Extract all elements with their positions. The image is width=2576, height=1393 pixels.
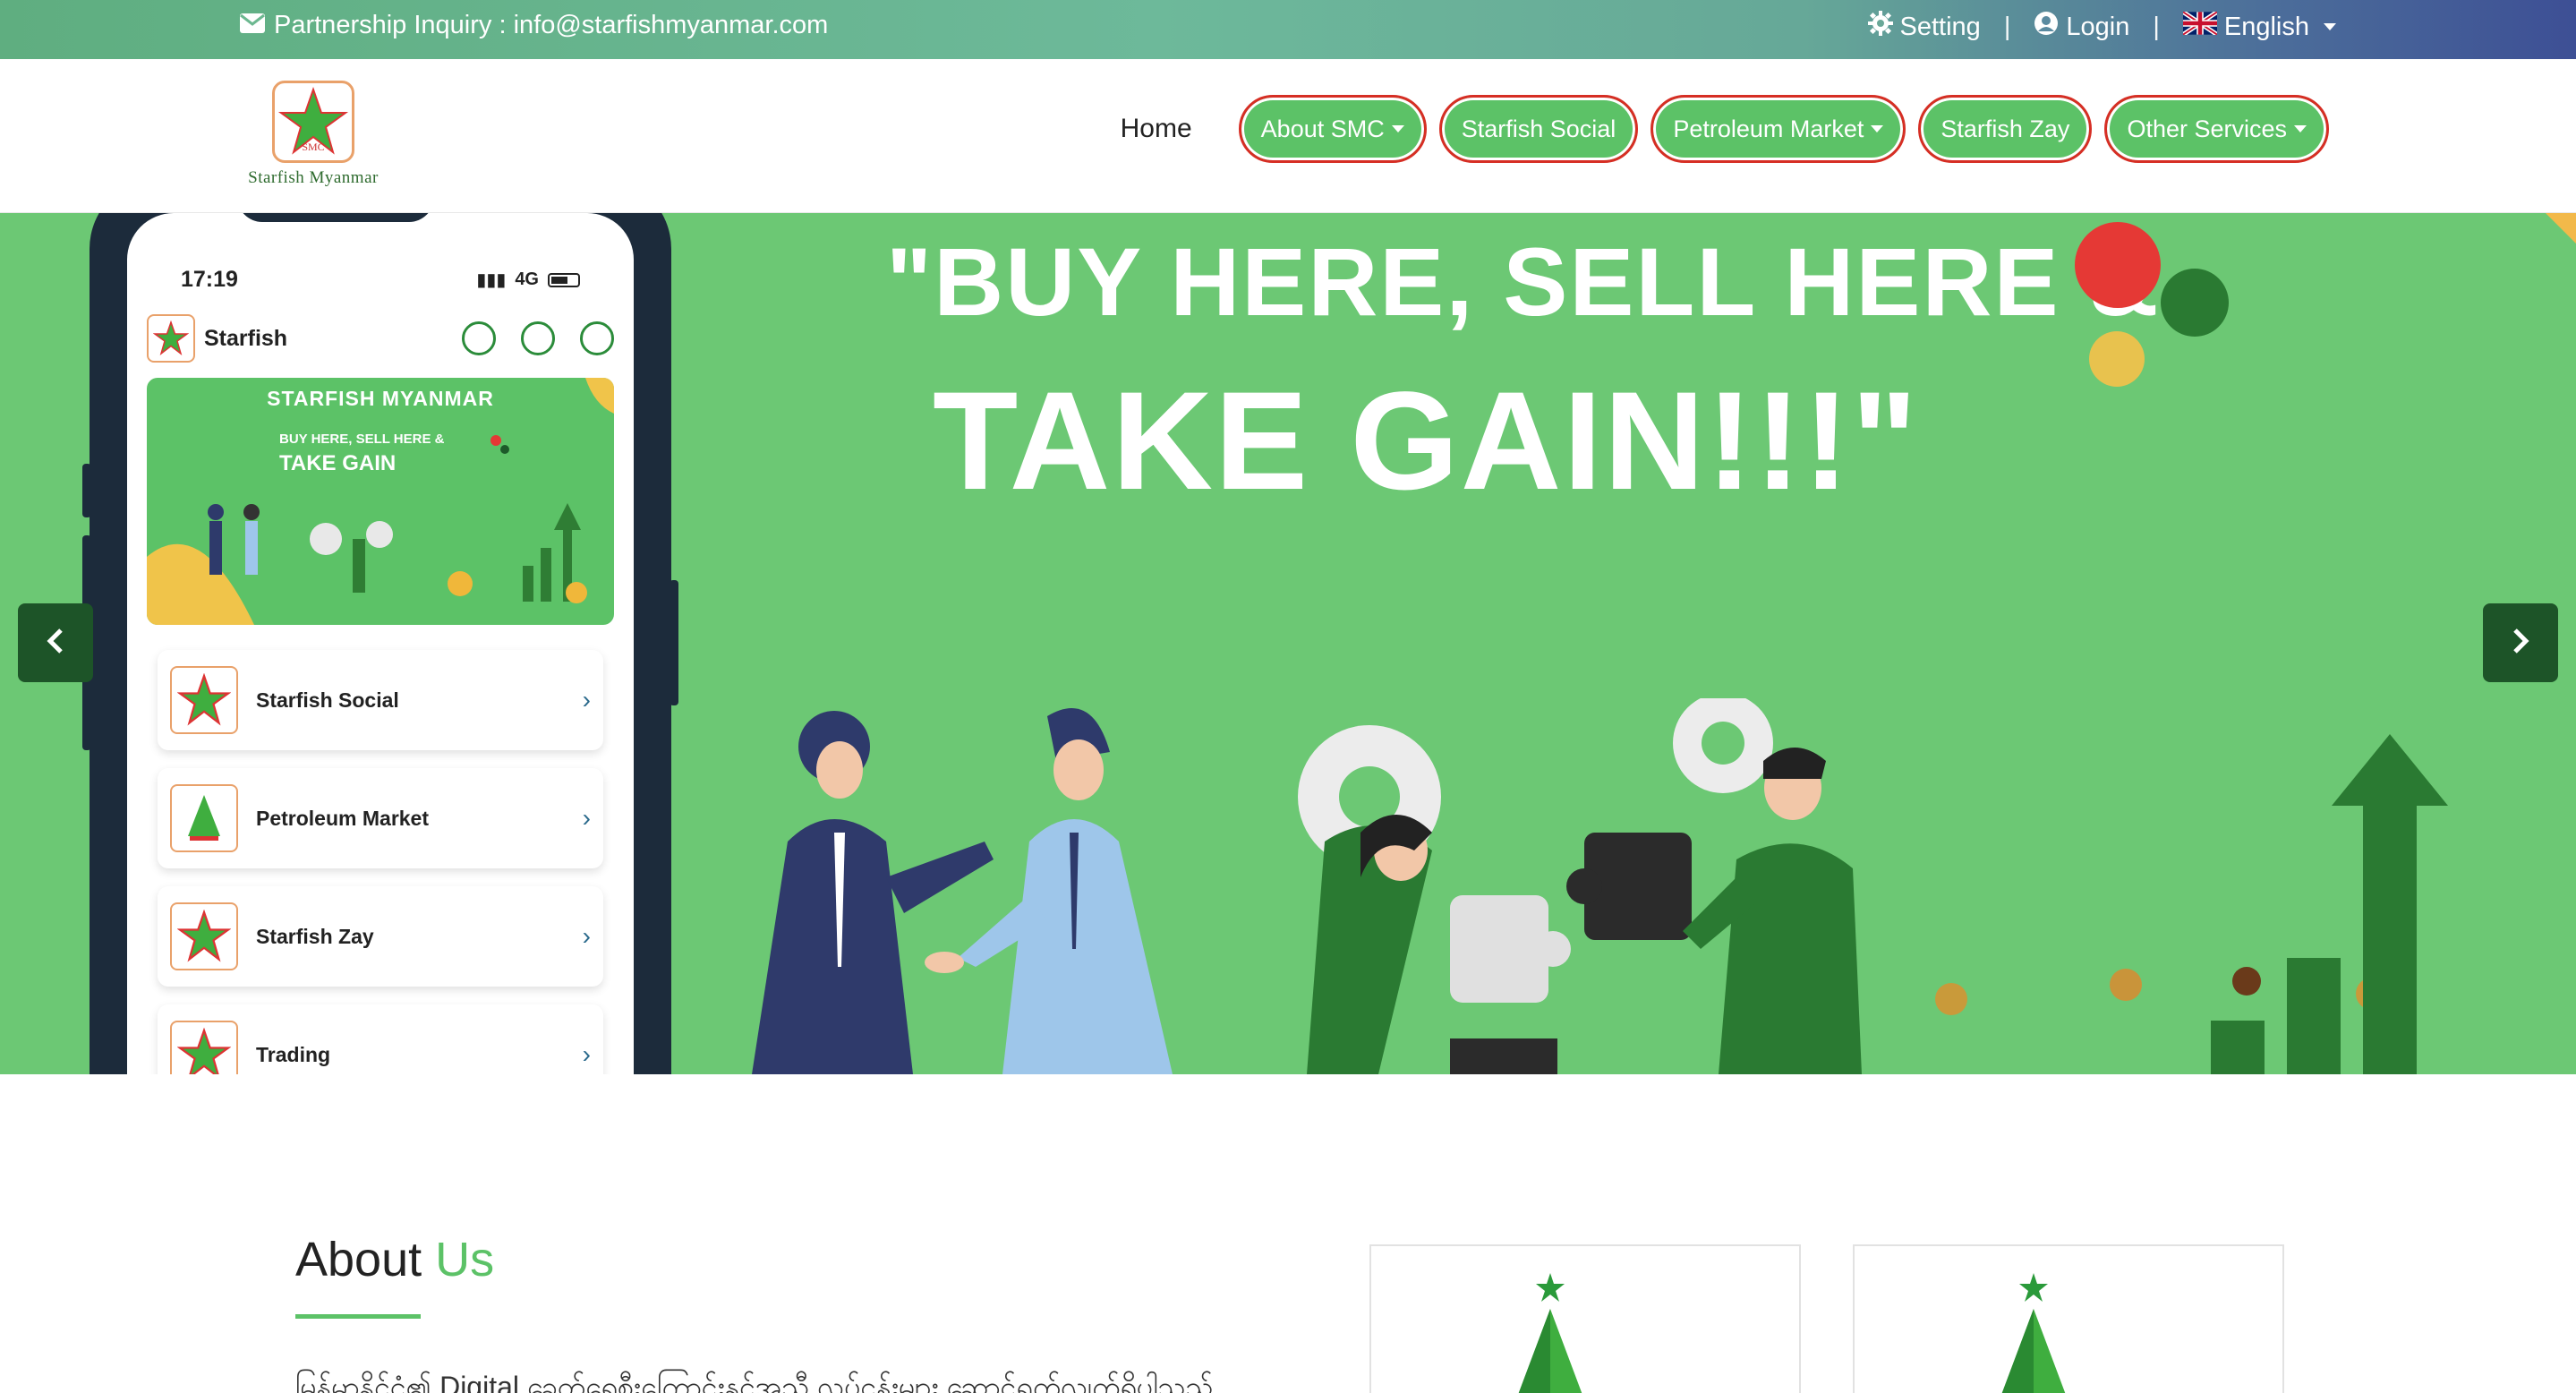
chevron-down-icon [1391, 125, 1404, 132]
phone-screen: 17:19 ▮▮▮ 4G Starfish STARFISH MYANMAR B… [127, 213, 634, 1074]
network-label: 4G [515, 269, 539, 289]
about-divider [295, 1314, 421, 1319]
decorative-dot [2075, 222, 2161, 308]
apex-tree-icon [1518, 1273, 1582, 1393]
nav-starfish-social-label: Starfish Social [1461, 115, 1616, 142]
decorative-corner [2546, 213, 2576, 244]
list-item-label: Starfish Zay [256, 924, 374, 948]
top-bar: Partnership Inquiry : info@starfishmyanm… [0, 0, 2576, 59]
list-item-starfish-zay[interactable]: Starfish Zay › [158, 886, 603, 987]
phone-notch [237, 213, 434, 222]
about-title-part1: About [295, 1233, 436, 1286]
partnership-inquiry[interactable]: Partnership Inquiry : info@starfishmyanm… [240, 11, 828, 40]
nav-about-smc[interactable]: About SMC [1238, 95, 1427, 163]
login-label: Login [2066, 12, 2130, 41]
service-card[interactable] [1369, 1244, 1801, 1393]
about-title-part2: Us [435, 1233, 495, 1286]
starfish-logo-icon [170, 666, 238, 734]
chevron-right-icon: › [582, 686, 591, 714]
about-text: မြန်မာနိုင်ငံ၏ Digital ခေတ်ရေစီးကြောင်းန… [295, 1371, 1214, 1393]
main-nav: Home About SMC Starfish Social Petroleum… [1121, 95, 2329, 163]
setting-label: Setting [1899, 12, 1981, 41]
separator: | [2003, 12, 2011, 41]
starfish-logo-icon: SMC [272, 81, 354, 163]
settings-icon [580, 321, 614, 355]
chevron-right-icon [2510, 628, 2531, 659]
hero-headline-line2: TAKE GAIN!!!" [933, 363, 1920, 519]
app-header: Starfish [147, 310, 614, 367]
list-item-petroleum-market[interactable]: Petroleum Market › [158, 768, 603, 868]
inquiry-text: Partnership Inquiry : info@starfishmyanm… [274, 11, 829, 39]
service-card[interactable] [1853, 1244, 2284, 1393]
site-logo[interactable]: SMC Starfish Myanmar [242, 81, 385, 206]
apex-tree-icon [170, 784, 238, 852]
nav-other-services[interactable]: Other Services [2104, 95, 2329, 163]
app-title: Starfish [204, 325, 288, 351]
list-item-trading[interactable]: Trading › [158, 1004, 603, 1074]
hero-illustration [752, 698, 2448, 1074]
carousel-prev-button[interactable] [18, 603, 93, 682]
language-label: English [2223, 12, 2309, 41]
nav-home[interactable]: Home [1121, 114, 1192, 144]
chevron-down-icon [2294, 125, 2307, 132]
login-link[interactable]: Login [2034, 11, 2129, 43]
decorative-dot [2161, 269, 2229, 337]
hero-carousel: 17:19 ▮▮▮ 4G Starfish STARFISH MYANMAR B… [0, 213, 2576, 1074]
gear-icon [1867, 11, 1893, 43]
nav-other-services-label: Other Services [2127, 115, 2287, 142]
setting-link[interactable]: Setting [1867, 11, 1981, 43]
envelope-icon [240, 11, 265, 40]
starfish-logo-icon [170, 902, 238, 970]
list-item-label: Petroleum Market [256, 806, 430, 830]
chevron-right-icon: › [582, 804, 591, 832]
hero-headline-line1: "BUY HERE, SELL HERE & [886, 227, 2161, 336]
site-header: SMC Starfish Myanmar Home About SMC Star… [0, 59, 2576, 213]
logo-badge-text: SMC [302, 141, 324, 153]
chevron-right-icon: › [582, 1040, 591, 1068]
phone-time: 17:19 [181, 267, 238, 292]
phone-mockup: 17:19 ▮▮▮ 4G Starfish STARFISH MYANMAR B… [82, 213, 678, 1074]
list-item-label: Trading [256, 1042, 331, 1066]
nav-petroleum-market-label: Petroleum Market [1673, 115, 1864, 142]
profile-icon [462, 321, 496, 355]
language-dropdown[interactable]: English [2181, 10, 2336, 42]
uk-flag-icon [2181, 10, 2219, 42]
starfish-logo-icon [170, 1021, 238, 1074]
logo-caption: Starfish Myanmar [248, 168, 379, 187]
chevron-right-icon: › [582, 922, 591, 950]
battery-icon [548, 272, 580, 287]
app-banner: STARFISH MYANMAR BUY HERE, SELL HERE & T… [147, 378, 614, 625]
nav-petroleum-market[interactable]: Petroleum Market [1651, 95, 1906, 163]
about-title: About Us [295, 1232, 494, 1287]
banner-illustration [147, 378, 614, 625]
signal-icon: ▮▮▮ [476, 270, 507, 290]
carousel-next-button[interactable] [2483, 603, 2558, 682]
decorative-dot [2089, 331, 2145, 387]
nav-starfish-social[interactable]: Starfish Social [1438, 95, 1639, 163]
separator: | [2153, 12, 2160, 41]
chevron-down-icon [1871, 125, 1884, 132]
starfish-logo-icon [147, 314, 195, 363]
nav-about-smc-label: About SMC [1260, 115, 1385, 142]
bell-icon [521, 321, 555, 355]
chevron-left-icon [45, 628, 66, 659]
apex-tree-icon [2001, 1273, 2066, 1393]
list-item-starfish-social[interactable]: Starfish Social › [158, 650, 603, 750]
nav-starfish-zay-label: Starfish Zay [1941, 115, 2070, 142]
chevron-down-icon [2324, 23, 2336, 30]
nav-starfish-zay[interactable]: Starfish Zay [1918, 95, 2093, 163]
user-circle-icon [2034, 11, 2059, 43]
list-item-label: Starfish Social [256, 688, 399, 712]
